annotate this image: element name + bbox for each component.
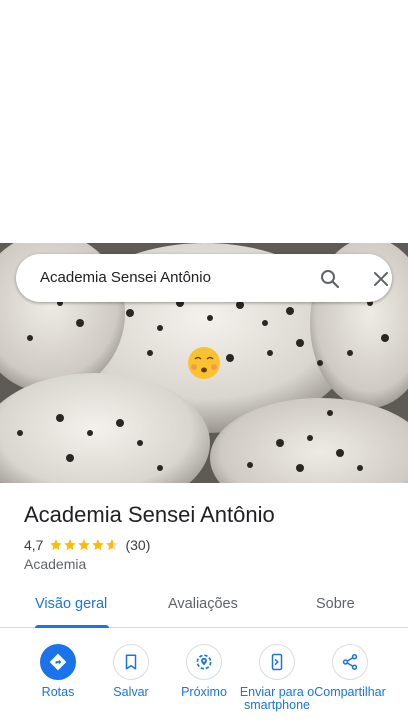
save-label: Salvar [113, 685, 149, 699]
search-query[interactable]: Academia Sensei Antônio [40, 269, 211, 286]
bookmark-icon[interactable] [113, 644, 149, 680]
share-button[interactable]: Compartilhar [310, 644, 390, 699]
share-label: Compartilhar [314, 685, 386, 699]
place-category[interactable]: Academia [24, 556, 86, 572]
directions-icon[interactable] [40, 644, 76, 680]
nearby-button[interactable]: Próximo [164, 644, 244, 699]
review-count[interactable]: (30) [125, 537, 150, 553]
star-icon [78, 539, 91, 551]
star-rating [49, 538, 119, 552]
map-area-blank [0, 0, 408, 243]
action-buttons: Rotas Salvar Próximo Enviar para o smart… [0, 644, 408, 726]
send-to-phone-label: Enviar para o smartphone [239, 685, 315, 712]
tab-bar: Visão geral Avaliações Sobre [0, 584, 408, 628]
close-icon[interactable] [369, 267, 393, 291]
active-tab-indicator [35, 625, 109, 628]
nearby-icon[interactable] [186, 644, 222, 680]
routes-label: Rotas [41, 685, 75, 699]
rating-value: 4,7 [24, 537, 44, 553]
send-to-phone-icon[interactable] [259, 644, 295, 680]
star-icon [50, 539, 63, 551]
tab-about[interactable]: Sobre [316, 596, 355, 612]
tab-reviews[interactable]: Avaliações [168, 596, 238, 612]
tab-overview[interactable]: Visão geral [35, 596, 107, 612]
save-button[interactable]: Salvar [91, 644, 171, 699]
share-icon[interactable] [332, 644, 368, 680]
star-icon [92, 539, 105, 551]
routes-button[interactable]: Rotas [18, 644, 98, 699]
star-half-icon [106, 539, 119, 551]
place-title: Academia Sensei Antônio [24, 502, 275, 527]
emoji-sticker [188, 347, 220, 379]
nearby-label: Próximo [181, 685, 227, 699]
send-to-phone-button[interactable]: Enviar para o smartphone [237, 644, 317, 712]
search-icon[interactable] [318, 267, 342, 291]
search-bar[interactable]: Academia Sensei Antônio [16, 254, 392, 302]
rating-row[interactable]: 4,7 (30) [24, 536, 150, 554]
star-icon [64, 539, 77, 551]
